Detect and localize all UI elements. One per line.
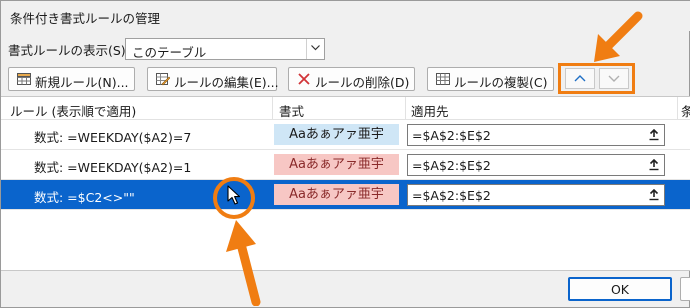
format-preview: Aaあぁアァ亜宇 (274, 184, 399, 205)
ok-label: OK (610, 282, 630, 297)
rule-row[interactable]: 数式: =WEEKDAY($A2)=1 Aaあぁアァ亜宇 =$A$2:$E$2 (1, 150, 690, 180)
edit-rule-label: ルールの編集(E)... (174, 75, 279, 90)
header-format: 書式 (279, 104, 305, 119)
cancel-button[interactable] (680, 277, 690, 301)
collapse-range-icon[interactable] (645, 186, 663, 204)
move-down-button[interactable] (599, 68, 629, 89)
format-preview: Aaあぁアァ亜宇 (274, 124, 399, 145)
header-rule: ルール (表示順で適用) (10, 104, 137, 119)
rules-header: ルール (表示順で適用) 書式 適用先 条 (1, 97, 690, 120)
chevron-down-icon (608, 75, 620, 82)
table-new-icon (17, 72, 31, 86)
table-duplicate-icon (436, 72, 450, 86)
rule-text: 数式: =WEEKDAY($A2)=1 (34, 160, 192, 175)
rule-text: 数式: =WEEKDAY($A2)=7 (34, 130, 192, 145)
ok-button[interactable]: OK (568, 277, 672, 301)
format-preview: Aaあぁアァ亜宇 (274, 154, 399, 175)
applies-to-value: =$A$2:$E$2 (412, 158, 491, 173)
conditional-format-rules-dialog: 条件付き書式ルールの管理 書式ルールの表示(S): このテーブル 新規ルール(N… (0, 0, 690, 308)
delete-rule-button[interactable]: ルールの削除(D) (288, 67, 415, 91)
window-title: 条件付き書式ルールの管理 (10, 11, 161, 26)
applies-to-value: =$A$2:$E$2 (412, 128, 491, 143)
applies-to-field[interactable]: =$A$2:$E$2 (407, 154, 665, 176)
new-rule-button[interactable]: 新規ルール(N)... (8, 67, 135, 91)
mouse-cursor-icon (227, 185, 241, 208)
title-bar: 条件付き書式ルールの管理 (1, 1, 690, 31)
chevron-up-icon (574, 75, 586, 82)
rule-row-selected[interactable]: 数式: =$C2<>"" Aaあぁアァ亜宇 =$A$2:$E$2 (1, 180, 690, 210)
move-up-button[interactable] (565, 68, 595, 89)
applies-to-value: =$A$2:$E$2 (412, 188, 491, 203)
delete-rule-label: ルールの削除(D) (315, 75, 410, 90)
applies-to-field[interactable]: =$A$2:$E$2 (407, 184, 665, 206)
collapse-range-icon[interactable] (645, 126, 663, 144)
new-rule-label: 新規ルール(N)... (35, 75, 129, 90)
rules-list: ルール (表示順で適用) 書式 適用先 条 数式: =WEEKDAY($A2)=… (1, 96, 690, 271)
collapse-range-icon[interactable] (645, 156, 663, 174)
scope-value: このテーブル (132, 45, 207, 60)
applies-to-field[interactable]: =$A$2:$E$2 (407, 124, 665, 146)
chevron-down-icon[interactable] (306, 39, 324, 59)
duplicate-rule-label: ルールの複製(C) (454, 75, 548, 90)
header-stop-if-true: 条 (681, 104, 690, 119)
scope-label: 書式ルールの表示(S): (8, 43, 130, 58)
delete-x-icon (297, 72, 311, 86)
column-divider[interactable] (405, 97, 406, 120)
scope-dropdown[interactable]: このテーブル (125, 38, 325, 60)
duplicate-rule-button[interactable]: ルールの複製(C) (427, 67, 554, 91)
header-applies-to: 適用先 (411, 104, 449, 119)
rule-text: 数式: =$C2<>"" (34, 190, 135, 205)
rule-row[interactable]: 数式: =WEEKDAY($A2)=7 Aaあぁアァ亜宇 =$A$2:$E$2 (1, 120, 690, 150)
edit-rule-button[interactable]: ルールの編集(E)... (147, 67, 279, 91)
column-divider[interactable] (677, 97, 678, 120)
column-divider[interactable] (272, 97, 273, 120)
edit-rule-icon (156, 72, 171, 86)
annotation-arrow-icon (226, 220, 261, 306)
annotation-arrow-icon (594, 11, 643, 62)
